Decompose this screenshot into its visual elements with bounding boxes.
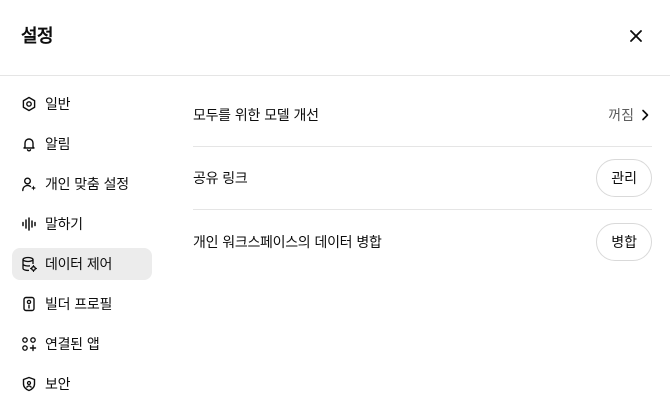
sidebar-item-speech[interactable]: 말하기	[12, 208, 152, 240]
row-label: 모두를 위한 모델 개선	[193, 108, 319, 124]
chevron-right-icon	[642, 109, 649, 121]
sidebar-item-label: 빌더 프로필	[45, 297, 113, 313]
settings-sidebar: 일반 알림 개인 맞춤 설정 말하기 데이터 제어 빌더 프로필 연결된 앱 보…	[12, 88, 152, 408]
sidebar-item-data-controls[interactable]: 데이터 제어	[12, 248, 152, 280]
settings-row-model-improvement: 모두를 위한 모델 개선 꺼짐	[193, 84, 652, 147]
sidebar-item-general[interactable]: 일반	[12, 88, 152, 120]
data-controls-panel: 모두를 위한 모델 개선 꺼짐 공유 링크 관리 개인 워크스페이스의 데이터 …	[193, 84, 652, 273]
person-sparkle-icon	[21, 176, 37, 192]
sidebar-item-label: 일반	[45, 97, 71, 113]
sidebar-item-notifications[interactable]: 알림	[12, 128, 152, 160]
row-status-text: 꺼짐	[608, 108, 634, 124]
gear-icon	[21, 96, 37, 112]
dialog-title: 설정	[21, 26, 54, 47]
shield-icon	[21, 376, 37, 392]
sidebar-item-personalization[interactable]: 개인 맞춤 설정	[12, 168, 152, 200]
sidebar-item-label: 연결된 앱	[45, 337, 100, 353]
merge-button[interactable]: 병합	[596, 222, 652, 261]
settings-row-merge-data: 개인 워크스페이스의 데이터 병합 병합	[193, 210, 652, 273]
row-label: 개인 워크스페이스의 데이터 병합	[193, 234, 382, 251]
dialog-header: 설정	[0, 0, 670, 76]
sidebar-item-connected-apps[interactable]: 연결된 앱	[12, 328, 152, 360]
close-button[interactable]	[622, 22, 650, 50]
model-improvement-toggle-link[interactable]: 꺼짐	[608, 105, 652, 125]
waveform-icon	[21, 216, 37, 232]
sidebar-item-label: 말하기	[45, 217, 83, 233]
manage-button[interactable]: 관리	[596, 159, 652, 197]
row-label: 공유 링크	[193, 171, 248, 187]
bell-icon	[21, 136, 37, 152]
database-gear-icon	[21, 256, 37, 272]
sidebar-item-security[interactable]: 보안	[12, 368, 152, 400]
id-card-icon	[21, 296, 37, 312]
settings-row-shared-links: 공유 링크 관리	[193, 147, 652, 210]
apps-grid-icon	[21, 336, 37, 352]
sidebar-item-label: 알림	[45, 137, 71, 153]
close-icon	[630, 30, 642, 42]
sidebar-item-builder-profile[interactable]: 빌더 프로필	[12, 288, 152, 320]
sidebar-item-label: 보안	[45, 377, 71, 393]
sidebar-item-label: 개인 맞춤 설정	[45, 177, 129, 193]
sidebar-item-label: 데이터 제어	[45, 257, 113, 273]
